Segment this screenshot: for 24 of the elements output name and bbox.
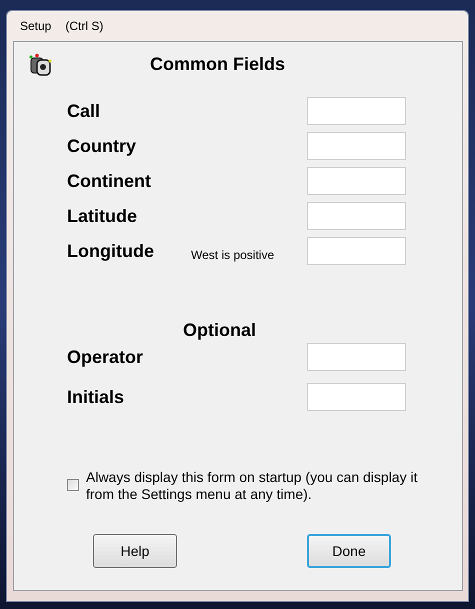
field-label: Call [67, 100, 102, 122]
section-heading: Optional [183, 318, 256, 342]
dialog-button[interactable]: Help [93, 534, 177, 568]
field-label: Initials [67, 386, 126, 408]
camera-icon [28, 53, 54, 77]
input-field[interactable] [307, 132, 406, 160]
window-title: Setup [20, 18, 52, 35]
checkbox-label: Always display this form on startup (you can display it from the Settings menu at any time). [86, 469, 418, 503]
field-label: Longitude [67, 240, 155, 263]
field-label: Latitude [67, 204, 138, 228]
shortcut-label: (Ctrl S) [65, 18, 104, 35]
input-field[interactable] [307, 237, 406, 265]
input-field[interactable] [307, 167, 406, 195]
input-field[interactable] [307, 97, 406, 125]
field-label: Operator [67, 346, 144, 369]
input-field[interactable] [307, 202, 406, 230]
input-field[interactable] [307, 343, 406, 371]
input-field[interactable] [307, 383, 406, 411]
dialog-button[interactable]: Done [307, 534, 391, 568]
field-note: West is positive [191, 247, 274, 264]
section-heading: Common Fields [150, 52, 286, 76]
checkbox[interactable] [67, 479, 79, 491]
field-label: Continent [67, 170, 152, 192]
field-label: Country [67, 134, 137, 158]
